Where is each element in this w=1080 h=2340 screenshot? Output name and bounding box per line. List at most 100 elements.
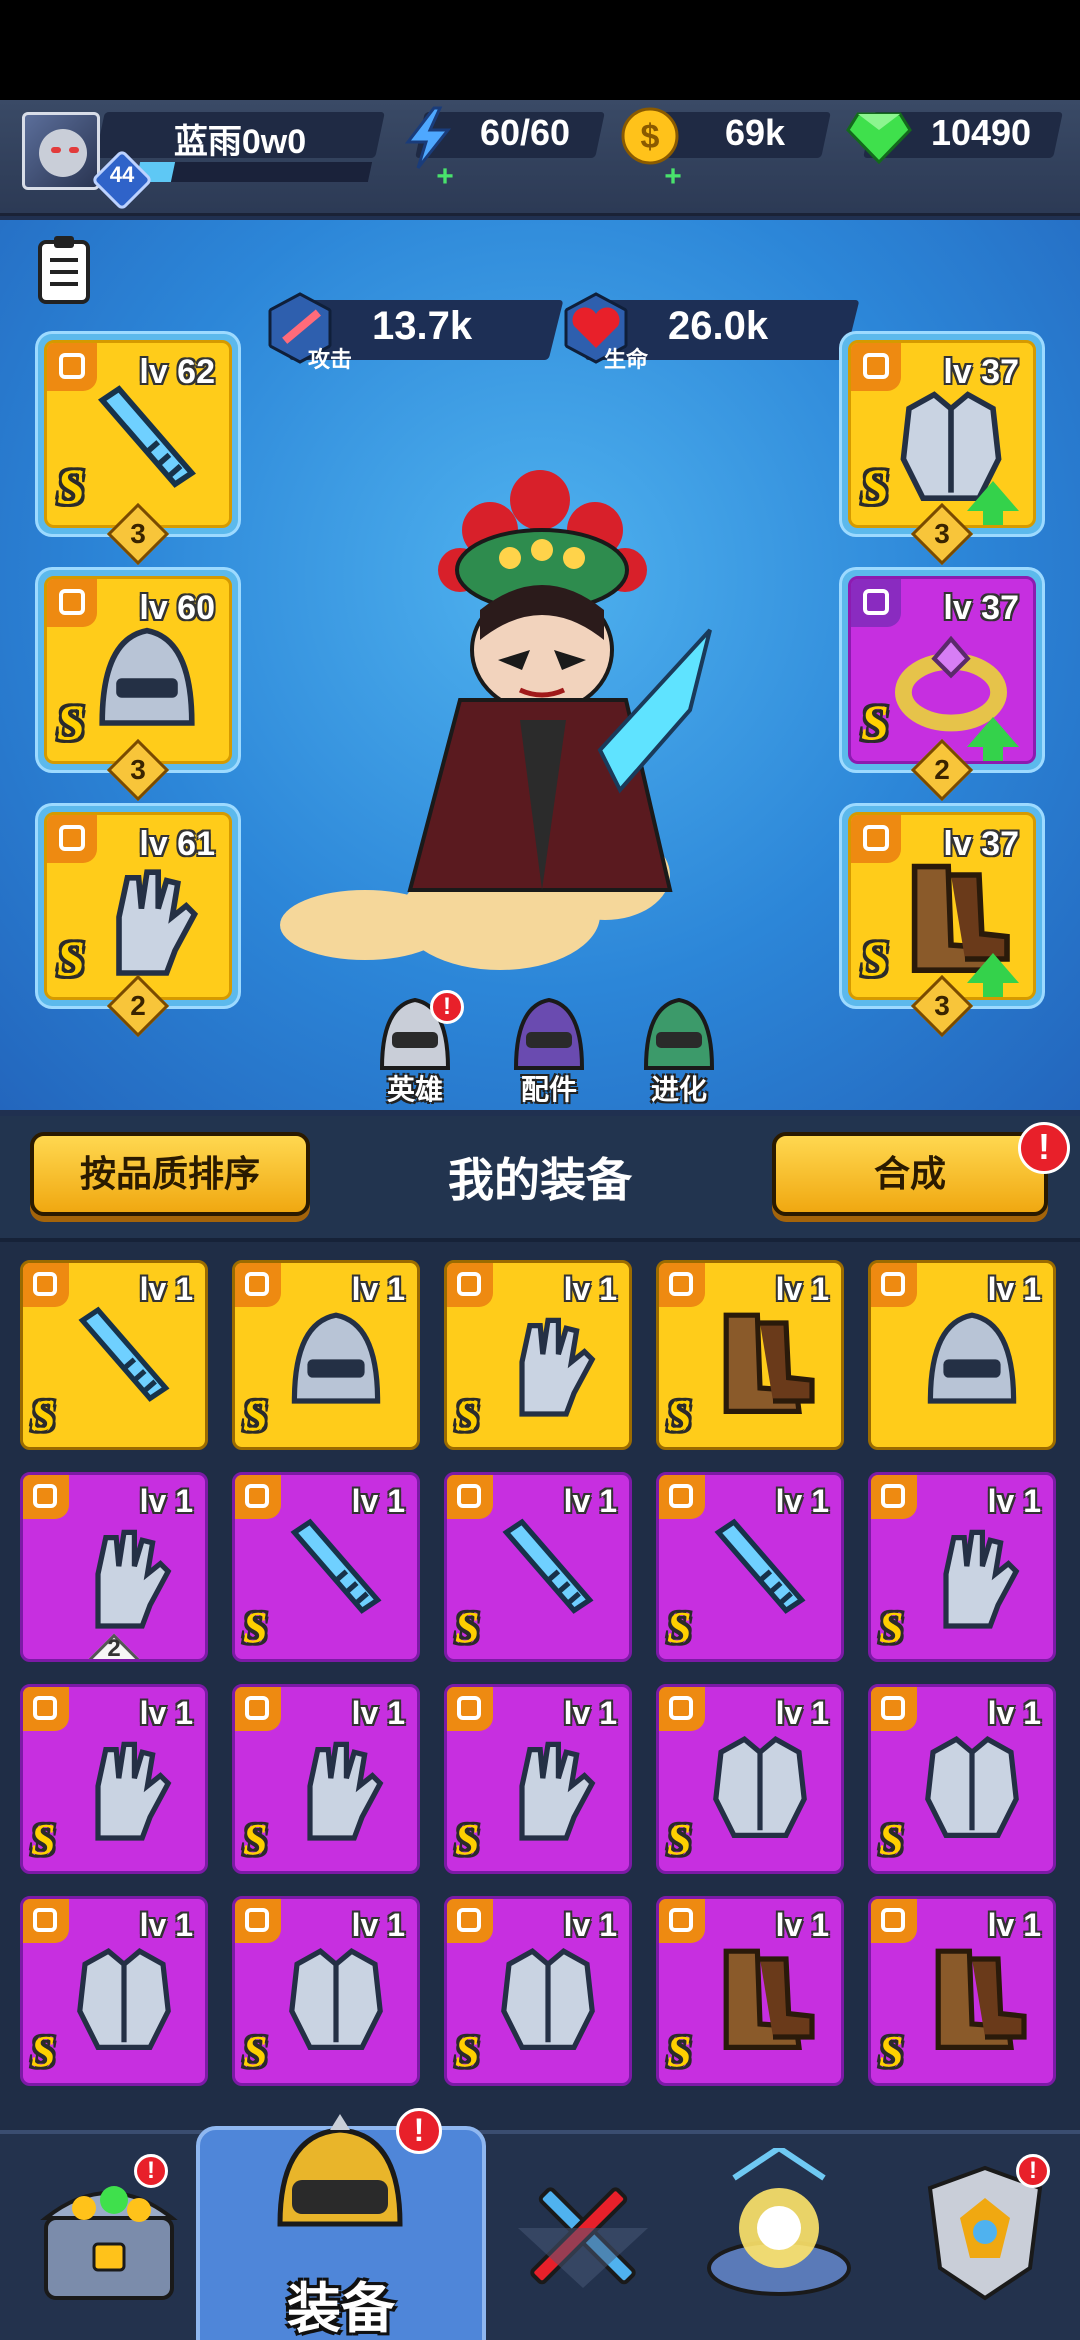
inventory-item-weapon[interactable]: lv 1 S [20, 1260, 208, 1450]
hero-tab-label[interactable]: 英雄 [370, 1068, 460, 1108]
hero-character[interactable] [280, 450, 730, 990]
rank-badge: S [667, 1815, 692, 1864]
inventory-item-armor[interactable]: lv 1 S [232, 1896, 420, 2086]
inventory-item-boots[interactable]: lv 1 S [868, 1896, 1056, 2086]
rank-badge: S [879, 2027, 904, 2076]
upgrade-arrow-icon [967, 717, 1019, 761]
rank-badge: S [667, 1603, 692, 1652]
add-gold-button[interactable]: + [660, 162, 686, 192]
item-level: lv 1 [139, 1271, 193, 1307]
item-level: lv 1 [351, 1907, 405, 1943]
gloves-icon [907, 1509, 1037, 1643]
hp-label: 生命 [604, 347, 649, 372]
player-avatar[interactable] [22, 112, 100, 190]
rank-badge: S [243, 1815, 268, 1864]
inventory-item-gloves[interactable]: lv 1 2 [20, 1472, 208, 1662]
equipment-alert-badge: ! [396, 2108, 442, 2154]
inventory-item-weapon[interactable]: lv 1 S [444, 1472, 632, 1662]
item-level: lv 1 [563, 1483, 617, 1519]
rank-badge: S [243, 1603, 268, 1652]
rank-badge: S [57, 930, 85, 986]
item-level: lv 1 [775, 1695, 829, 1731]
equipped-level: lv 37 [943, 353, 1019, 391]
combine-button[interactable]: 合成 [772, 1132, 1048, 1216]
inventory-item-gloves[interactable]: lv 1 S [20, 1684, 208, 1874]
rank-badge: S [57, 458, 85, 514]
avatar-eye-icon [69, 147, 79, 153]
inventory-item-gloves[interactable]: lv 1 S [444, 1260, 632, 1450]
nav-tab-chest[interactable] [24, 2148, 204, 2338]
inventory-item-weapon[interactable]: lv 1 S [232, 1472, 420, 1662]
equipped-slot-frame: lv 62 S [44, 340, 232, 528]
robot-icon[interactable] [504, 990, 594, 1080]
my-equipment-title: 我的装备 [448, 1154, 632, 1206]
armor-icon [483, 1933, 613, 2067]
armor-icon [59, 1933, 189, 2067]
inventory-item-armor[interactable]: lv 1 S [868, 1684, 1056, 1874]
combine-alert-badge: ! [1018, 1122, 1070, 1174]
inventory-item-armor[interactable]: lv 1 S [20, 1896, 208, 2086]
hero-tab-label[interactable]: 进化 [634, 1068, 724, 1108]
inventory-item-gloves[interactable]: lv 1 S [232, 1684, 420, 1874]
item-level: lv 1 [775, 1271, 829, 1307]
nav-tab-portal[interactable] [694, 2144, 874, 2338]
clipboard-icon[interactable] [38, 236, 90, 304]
equipped-slot-frame: lv 37 S [848, 576, 1036, 764]
equipped-slot-frame: lv 60 S [44, 576, 232, 764]
equipped-level: lv 37 [943, 825, 1019, 863]
equipment-toolbar: 按品质排序 我的装备 合成 ! [0, 1116, 1080, 1242]
boots-icon [695, 1933, 825, 2067]
helmet-icon [77, 611, 217, 755]
player-level: 44 [109, 162, 135, 187]
inventory-item-armor[interactable]: lv 1 S [444, 1896, 632, 2086]
equipped-slot-armor[interactable]: lv 37 S 3 [842, 334, 1042, 566]
rank-badge: S [879, 1603, 904, 1652]
add-energy-button[interactable]: + [432, 162, 458, 192]
rank-badge: S [861, 694, 889, 750]
equipped-slot-helmet[interactable]: lv 60 S 3 [38, 570, 238, 802]
item-level: lv 1 [139, 1695, 193, 1731]
equipped-level: lv 62 [139, 353, 215, 391]
weapon-icon [695, 1509, 825, 1643]
inventory-item-helmet[interactable]: lv 1 S [232, 1260, 420, 1450]
rank-badge: S [861, 930, 889, 986]
inventory-item-gloves[interactable]: lv 1 S [444, 1684, 632, 1874]
inventory-item-helmet[interactable]: lv 1 [868, 1260, 1056, 1450]
item-level: lv 1 [987, 1483, 1041, 1519]
inventory-item-boots[interactable]: lv 1 S [656, 1896, 844, 2086]
item-level: lv 1 [351, 1695, 405, 1731]
gloves-icon [59, 1509, 189, 1643]
weapon-icon [483, 1509, 613, 1643]
gloves-icon [271, 1721, 401, 1855]
equipped-slot-frame: lv 37 S [848, 340, 1036, 528]
equipped-slot-ring[interactable]: lv 37 S 2 [842, 570, 1042, 802]
inventory-item-armor[interactable]: lv 1 S [656, 1684, 844, 1874]
avatar-face-icon [39, 129, 87, 177]
hp-value: 26.0k [668, 304, 769, 348]
inventory-item-weapon[interactable]: lv 1 S [656, 1472, 844, 1662]
rank-badge: S [31, 2027, 56, 2076]
item-level: lv 1 [987, 1271, 1041, 1307]
rank-badge: S [861, 458, 889, 514]
weapon-icon [77, 375, 217, 519]
item-level: lv 1 [987, 1695, 1041, 1731]
nav-tab-battle[interactable] [498, 2148, 678, 2338]
inventory-item-gloves[interactable]: lv 1 S [868, 1472, 1056, 1662]
item-level: lv 1 [351, 1271, 405, 1307]
item-level: lv 1 [563, 1695, 617, 1731]
star-count: 3 [130, 518, 146, 549]
inventory-item-boots[interactable]: lv 1 S [656, 1260, 844, 1450]
equipped-slot-weapon[interactable]: lv 62 S 3 [38, 334, 238, 566]
attack-label: 攻击 [308, 347, 353, 372]
gloves-icon [59, 1721, 189, 1855]
hero-tab-label[interactable]: 配件 [504, 1068, 594, 1108]
dna-icon[interactable] [634, 990, 724, 1080]
boots-icon [695, 1297, 825, 1431]
portal-icon [707, 2144, 851, 2296]
sort-by-quality-button[interactable]: 按品质排序 [30, 1132, 310, 1216]
item-level: lv 1 [563, 1271, 617, 1307]
nav-tab-armor[interactable] [900, 2148, 1080, 2338]
equipped-slot-boots[interactable]: lv 37 S 3 [842, 806, 1042, 1038]
chest-alert-badge: ! [134, 2154, 168, 2188]
equipped-slot-gloves[interactable]: lv 61 S 2 [38, 806, 238, 1038]
